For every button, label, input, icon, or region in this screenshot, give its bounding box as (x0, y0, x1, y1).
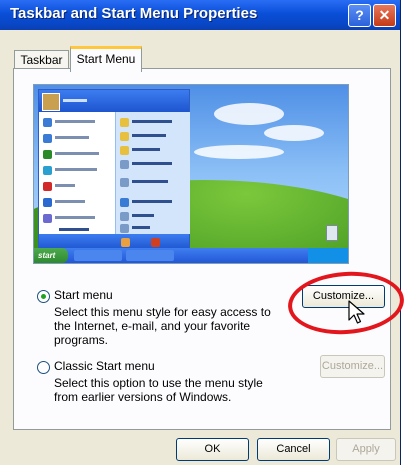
help-button[interactable]: ? (348, 4, 371, 27)
preview-start-menu (38, 89, 190, 251)
properties-dialog: Taskbar and Start Menu Properties ? ✕ Ta… (0, 0, 401, 465)
apply-button[interactable]: Apply (336, 438, 396, 461)
preview-system-tray (308, 248, 348, 263)
ok-button[interactable]: OK (176, 438, 249, 461)
user-avatar-icon (42, 93, 60, 111)
tab-taskbar[interactable]: Taskbar (14, 50, 69, 69)
classic-start-menu-label[interactable]: Classic Start menu (54, 359, 155, 373)
title-bar[interactable]: Taskbar and Start Menu Properties ? ✕ (0, 0, 400, 30)
classic-start-menu-description: Select this option to use the menu style… (54, 376, 263, 404)
mouse-cursor-icon (348, 300, 365, 324)
start-menu-radio[interactable] (37, 290, 50, 303)
classic-customize-button[interactable]: Customize... (320, 355, 385, 378)
preview-taskbar: start (34, 248, 348, 263)
close-button[interactable]: ✕ (373, 4, 396, 27)
start-menu-preview-image: start (33, 84, 349, 264)
window-title: Taskbar and Start Menu Properties (10, 5, 258, 22)
classic-start-menu-radio[interactable] (37, 361, 50, 374)
start-menu-label[interactable]: Start menu (54, 288, 113, 302)
recycle-bin-icon (326, 225, 338, 241)
start-menu-tab-panel: start Start menu Select this menu style … (13, 68, 391, 430)
preview-start-button: start (34, 248, 68, 263)
start-menu-description: Select this menu style for easy access t… (54, 305, 271, 347)
cancel-button[interactable]: Cancel (257, 438, 330, 461)
tab-start-menu[interactable]: Start Menu (70, 46, 142, 72)
